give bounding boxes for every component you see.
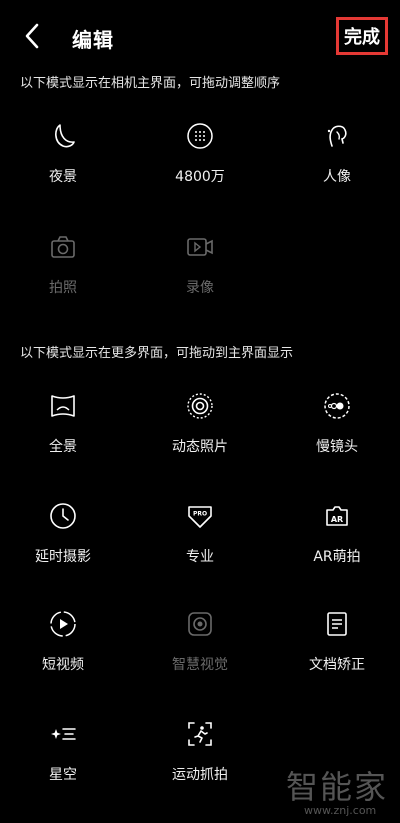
mode-label: 运动抓拍 [172, 767, 228, 783]
watermark: 智能家 www.znj.com [286, 762, 396, 822]
back-button[interactable] [20, 22, 46, 50]
mode-label: 星空 [49, 767, 77, 783]
mode-label: AR萌拍 [313, 549, 361, 565]
done-button[interactable]: 完成 [336, 17, 388, 55]
svg-text:PRO: PRO [193, 511, 207, 518]
mode-smart-vision[interactable]: 智慧视觉 [140, 610, 260, 700]
camera-icon [51, 236, 75, 258]
mode-ar[interactable]: AR AR萌拍 [277, 502, 397, 592]
section-more-title: 以下模式显示在更多界面，可拖动到主界面显示 [20, 346, 294, 361]
mode-48mp[interactable]: 4800万 [140, 122, 260, 212]
mode-label: 4800万 [175, 169, 225, 185]
live-photo-icon [187, 393, 213, 419]
pro-icon: PRO [188, 506, 212, 528]
mode-label: 录像 [186, 280, 214, 296]
mode-label: 慢镜头 [316, 439, 358, 455]
mode-label: 动态照片 [172, 439, 228, 455]
header: 编辑 完成 [0, 0, 400, 70]
document-icon [327, 612, 347, 636]
mode-label: 短视频 [42, 657, 84, 673]
mode-slow-motion[interactable]: 慢镜头 [277, 392, 397, 482]
short-video-icon [50, 611, 76, 637]
watermark-brand: 智能家 [286, 768, 389, 806]
mode-sport-capture[interactable]: 运动抓拍 [140, 720, 260, 810]
mode-label: 夜景 [49, 169, 77, 185]
48mp-icon [187, 123, 213, 149]
smart-vision-icon [188, 612, 212, 636]
section-main-title: 以下模式显示在相机主界面，可拖动调整顺序 [20, 76, 281, 91]
mode-video[interactable]: 录像 [140, 233, 260, 323]
slow-motion-icon [324, 393, 350, 419]
panorama-icon [51, 395, 75, 417]
mode-portrait[interactable]: 人像 [277, 122, 397, 212]
mode-starry-sky[interactable]: 星空 [3, 720, 123, 810]
mode-label: 全景 [49, 439, 77, 455]
mode-label: 专业 [186, 549, 214, 565]
mode-label: 人像 [323, 169, 351, 185]
starry-sky-icon [51, 728, 76, 740]
mode-label: 智慧视觉 [172, 657, 228, 673]
chevron-left-icon [25, 23, 39, 49]
mode-document[interactable]: 文档矫正 [277, 610, 397, 700]
page-title: 编辑 [72, 28, 114, 52]
portrait-icon [327, 125, 347, 147]
mode-label: 拍照 [49, 280, 77, 296]
moon-icon [55, 124, 75, 148]
mode-timelapse[interactable]: 延时摄影 [3, 502, 123, 592]
mode-photo[interactable]: 拍照 [3, 233, 123, 323]
mode-label: 延时摄影 [35, 549, 91, 565]
mode-pro[interactable]: PRO 专业 [140, 502, 260, 592]
ar-icon: AR [326, 506, 348, 526]
mode-live-photo[interactable]: 动态照片 [140, 392, 260, 482]
mode-short-video[interactable]: 短视频 [3, 610, 123, 700]
svg-text:AR: AR [331, 515, 343, 524]
mode-label: 文档矫正 [309, 657, 365, 673]
timelapse-icon [50, 503, 76, 529]
video-icon [187, 238, 213, 256]
mode-night[interactable]: 夜景 [3, 122, 123, 212]
sport-capture-icon [188, 722, 212, 746]
mode-panorama[interactable]: 全景 [3, 392, 123, 482]
